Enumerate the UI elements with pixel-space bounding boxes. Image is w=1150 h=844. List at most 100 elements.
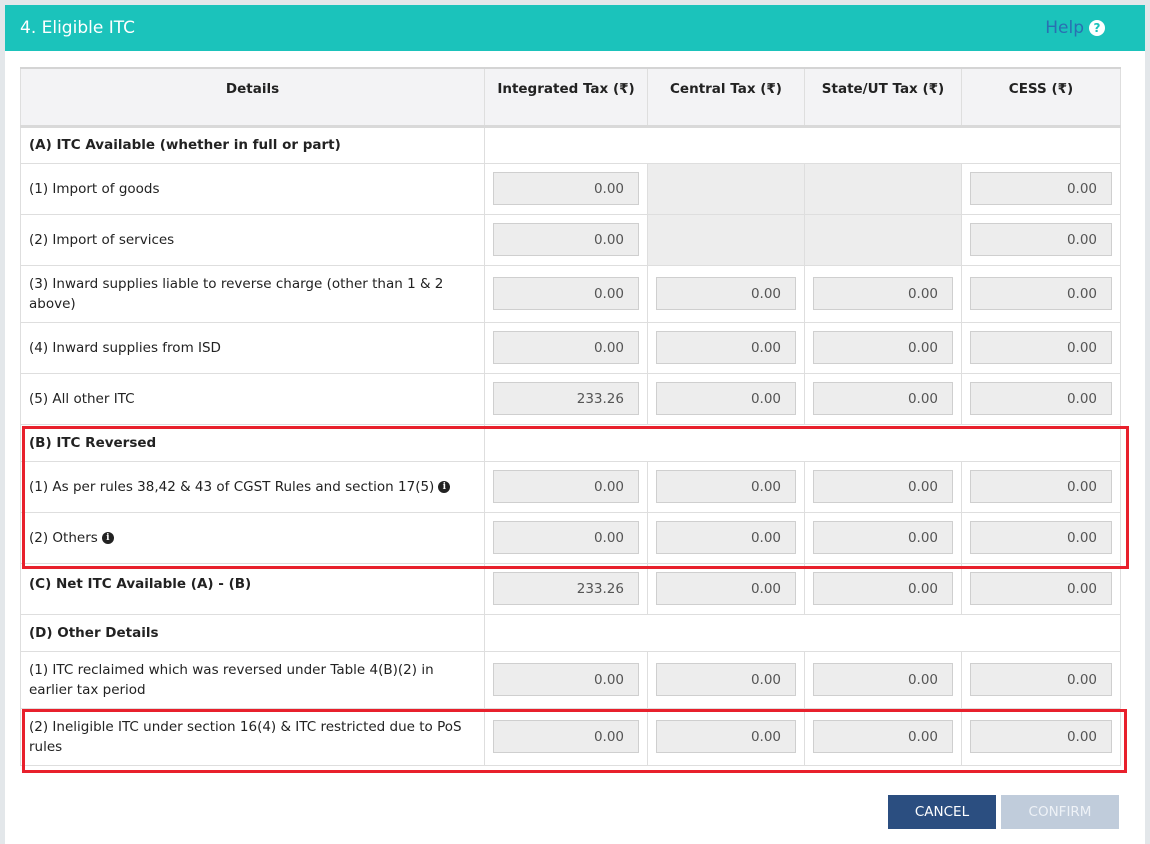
cess-input[interactable]: 0.00	[970, 521, 1112, 554]
state-ut-tax-input[interactable]: 0.00	[813, 470, 953, 503]
value-cell-state-ut-tax: 0.00	[804, 511, 962, 564]
state-ut-tax-input[interactable]: 0.00	[813, 572, 953, 605]
value-cell-integrated-tax: 0.00	[484, 460, 648, 513]
row-label-cell: (D) Other Details	[20, 613, 485, 652]
column-header-central-tax: Central Tax (₹)	[647, 67, 805, 128]
central-tax-input[interactable]: 0.00	[656, 331, 796, 364]
row-label: (5) All other ITC	[29, 390, 135, 407]
table-row: (1) As per rules 38,42 & 43 of CGST Rule…	[20, 460, 1121, 513]
cess-input[interactable]: 0.00	[970, 331, 1112, 364]
cess-input[interactable]: 0.00	[970, 572, 1112, 605]
state-ut-tax-input[interactable]: 0.00	[813, 331, 953, 364]
integrated-tax-input[interactable]: 0.00	[493, 172, 639, 205]
central-tax-input[interactable]: 0.00	[656, 382, 796, 415]
value-cell-central-tax: 0.00	[647, 372, 805, 425]
table-row: (4) Inward supplies from ISD 0.00 0.00 0.00…	[20, 321, 1121, 374]
central-tax-input[interactable]: 0.00	[656, 277, 796, 310]
row-label: (1) ITC reclaimed which was reversed und…	[29, 661, 434, 698]
central-tax-input[interactable]: 0.00	[656, 521, 796, 554]
state-ut-tax-input[interactable]: 0.00	[813, 663, 953, 696]
help-label: Help	[1045, 18, 1084, 38]
table-row: (3) Inward supplies liable to reverse ch…	[20, 264, 1121, 323]
integrated-tax-input[interactable]: 0.00	[493, 223, 639, 256]
row-label-cell: (C) Net ITC Available (A) - (B)	[20, 562, 485, 615]
central-tax-input[interactable]: 0.00	[656, 572, 796, 605]
central-tax-input[interactable]: 0.00	[656, 663, 796, 696]
state-ut-tax-input[interactable]: 0.00	[813, 277, 953, 310]
value-cell-state-ut-tax: 0.00	[804, 372, 962, 425]
value-cell-cess: 0.00	[961, 162, 1121, 215]
integrated-tax-input[interactable]: 0.00	[493, 521, 639, 554]
info-icon[interactable]: i	[438, 480, 451, 493]
row-label-cell: (5) All other ITC	[20, 372, 485, 425]
eligible-itc-table: Details Integrated Tax (₹) Central Tax (…	[20, 67, 1121, 766]
row-label: (4) Inward supplies from ISD	[29, 339, 221, 356]
value-cell-integrated-tax: 0.00	[484, 264, 648, 323]
value-cell-cess: 0.00	[961, 511, 1121, 564]
help-link[interactable]: Help ?	[1045, 18, 1105, 38]
value-cell-integrated-tax: 233.26	[484, 562, 648, 615]
integrated-tax-input[interactable]: 0.00	[493, 277, 639, 310]
row-label: (3) Inward supplies liable to reverse ch…	[29, 275, 444, 312]
value-cell-cess: 0.00	[961, 562, 1121, 615]
value-cell-central-tax: 0.00	[647, 511, 805, 564]
info-icon[interactable]: i	[101, 531, 114, 544]
integrated-tax-input[interactable]: 0.00	[493, 663, 639, 696]
value-cell-cess: 0.00	[961, 460, 1121, 513]
confirm-button[interactable]: CONFIRM	[1001, 795, 1119, 829]
row-label: (A) ITC Available (whether in full or pa…	[29, 137, 341, 153]
value-cell-central-tax: 0.00	[647, 264, 805, 323]
disabled-cell-central-tax	[647, 162, 805, 215]
value-cell-integrated-tax: 0.00	[484, 213, 648, 266]
integrated-tax-input[interactable]: 233.26	[493, 572, 639, 605]
cess-input[interactable]: 0.00	[970, 172, 1112, 205]
value-cell-cess: 0.00	[961, 264, 1121, 323]
row-label: (D) Other Details	[29, 624, 159, 641]
row-label-cell: (1) ITC reclaimed which was reversed und…	[20, 650, 485, 709]
value-cell-state-ut-tax: 0.00	[804, 707, 962, 766]
table-header-row: Details Integrated Tax (₹) Central Tax (…	[20, 67, 1121, 128]
cancel-button[interactable]: CANCEL	[888, 795, 996, 829]
row-label: (2) Others	[29, 529, 98, 546]
row-label-cell: (1) Import of goods	[20, 162, 485, 215]
row-label: (2) Ineligible ITC under section 16(4) &…	[29, 718, 462, 755]
row-label-cell: (2) Others i	[20, 511, 485, 564]
table-row: (1) Import of goods 0.00 0.00	[20, 162, 1121, 215]
cess-input[interactable]: 0.00	[970, 382, 1112, 415]
cess-input[interactable]: 0.00	[970, 277, 1112, 310]
state-ut-tax-input[interactable]: 0.00	[813, 720, 953, 753]
value-cell-cess: 0.00	[961, 650, 1121, 709]
table-row: (1) ITC reclaimed which was reversed und…	[20, 650, 1121, 709]
value-cell-integrated-tax: 233.26	[484, 372, 648, 425]
value-cell-integrated-tax: 0.00	[484, 707, 648, 766]
cess-input[interactable]: 0.00	[970, 720, 1112, 753]
section-empty-cell	[484, 423, 1121, 462]
central-tax-input[interactable]: 0.00	[656, 470, 796, 503]
integrated-tax-input[interactable]: 0.00	[493, 720, 639, 753]
table-row: (5) All other ITC 233.26 0.00 0.00 0.00	[20, 372, 1121, 425]
row-label: (C) Net ITC Available (A) - (B)	[29, 575, 252, 592]
state-ut-tax-input[interactable]: 0.00	[813, 382, 953, 415]
table-section-row: (B) ITC Reversed	[20, 423, 1121, 462]
table-section-row: (A) ITC Available (whether in full or pa…	[20, 125, 1121, 164]
disabled-cell-state-ut-tax	[804, 162, 962, 215]
table-section-row: (D) Other Details	[20, 613, 1121, 652]
state-ut-tax-input[interactable]: 0.00	[813, 521, 953, 554]
row-label-cell: (3) Inward supplies liable to reverse ch…	[20, 264, 485, 323]
integrated-tax-input[interactable]: 233.26	[493, 382, 639, 415]
column-header-cess: CESS (₹)	[961, 67, 1121, 128]
table-row: (2) Import of services 0.00 0.00	[20, 213, 1121, 266]
cess-input[interactable]: 0.00	[970, 470, 1112, 503]
row-label-cell: (2) Ineligible ITC under section 16(4) &…	[20, 707, 485, 766]
integrated-tax-input[interactable]: 0.00	[493, 331, 639, 364]
row-label-cell: (B) ITC Reversed	[20, 423, 485, 462]
central-tax-input[interactable]: 0.00	[656, 720, 796, 753]
table-row: (C) Net ITC Available (A) - (B) 233.26 0.0…	[20, 562, 1121, 615]
value-cell-state-ut-tax: 0.00	[804, 321, 962, 374]
integrated-tax-input[interactable]: 0.00	[493, 470, 639, 503]
disabled-cell-central-tax	[647, 213, 805, 266]
row-label: (1) Import of goods	[29, 180, 160, 197]
cess-input[interactable]: 0.00	[970, 223, 1112, 256]
cess-input[interactable]: 0.00	[970, 663, 1112, 696]
row-label-cell: (2) Import of services	[20, 213, 485, 266]
